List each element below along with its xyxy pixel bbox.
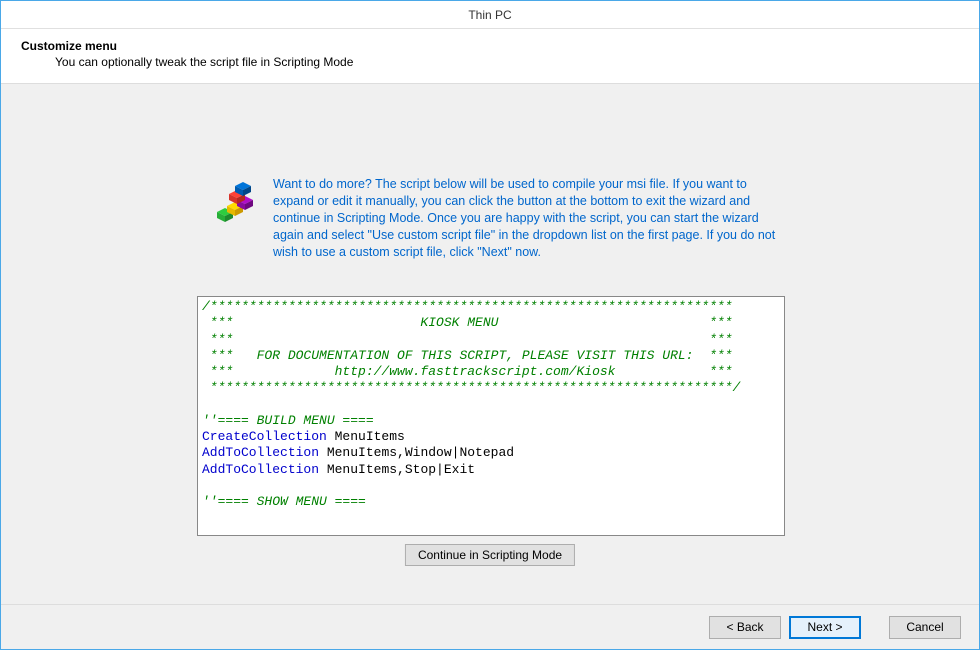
page-subtitle: You can optionally tweak the script file… bbox=[21, 55, 959, 69]
script-editor[interactable]: /***************************************… bbox=[197, 296, 785, 536]
info-row: Want to do more? The script below will b… bbox=[211, 176, 784, 260]
script-line: /***************************************… bbox=[202, 299, 785, 315]
script-line bbox=[202, 397, 785, 413]
body-area: Want to do more? The script below will b… bbox=[1, 84, 979, 604]
continue-scripting-button[interactable]: Continue in Scripting Mode bbox=[405, 544, 575, 566]
script-line: ''==== BUILD MENU ==== bbox=[202, 413, 785, 429]
cancel-button[interactable]: Cancel bbox=[889, 616, 961, 639]
script-line bbox=[202, 478, 785, 494]
header-panel: Customize menu You can optionally tweak … bbox=[1, 29, 979, 84]
script-line: *** KIOSK MENU *** bbox=[202, 315, 785, 331]
script-line: AddToCollection MenuItems,Window|Notepad bbox=[202, 445, 785, 461]
wizard-window: Thin PC Customize menu You can optionall… bbox=[0, 0, 980, 650]
footer: < Back Next > Cancel bbox=[1, 604, 979, 649]
script-line: ''==== SHOW MENU ==== bbox=[202, 494, 785, 510]
window-title: Thin PC bbox=[468, 8, 511, 22]
script-line: *** http://www.fasttrackscript.com/Kiosk… bbox=[202, 364, 785, 380]
script-line: CreateCollection MenuItems bbox=[202, 429, 785, 445]
title-bar: Thin PC bbox=[1, 1, 979, 29]
script-line: ****************************************… bbox=[202, 380, 785, 396]
next-button[interactable]: Next > bbox=[789, 616, 861, 639]
info-text: Want to do more? The script below will b… bbox=[273, 176, 784, 260]
back-button[interactable]: < Back bbox=[709, 616, 781, 639]
script-line: AddToCollection MenuItems,Stop|Exit bbox=[202, 462, 785, 478]
blocks-icon bbox=[211, 176, 259, 224]
script-line: *** FOR DOCUMENTATION OF THIS SCRIPT, PL… bbox=[202, 348, 785, 364]
script-line: *** *** bbox=[202, 332, 785, 348]
page-title: Customize menu bbox=[21, 39, 959, 53]
